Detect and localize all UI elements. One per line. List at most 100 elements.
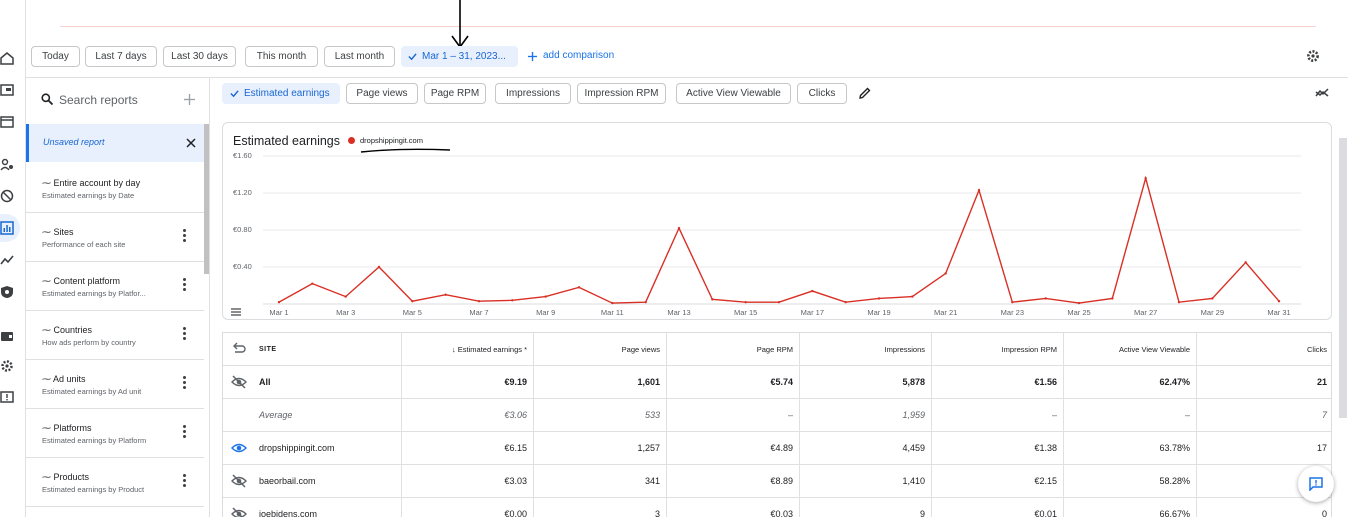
table-row[interactable]: Average €3.06 533–1,959– –7	[223, 399, 1331, 432]
table-row[interactable]: baeorbail.com €3.03 341 €8.89 1,410 €2.15 58.2…	[223, 465, 1331, 498]
data-point[interactable]	[1244, 261, 1247, 264]
data-point[interactable]	[1111, 297, 1114, 300]
date-chip-last-month[interactable]: Last month	[324, 46, 395, 67]
metric-chip-impressions[interactable]: Impressions	[495, 83, 571, 104]
data-point[interactable]	[611, 301, 614, 305]
date-chip-this-month[interactable]: This month	[245, 46, 318, 67]
close-icon[interactable]	[186, 138, 196, 148]
metric-chip-impression-rpm[interactable]: Impression RPM	[577, 83, 666, 104]
more-vert-icon[interactable]	[183, 425, 186, 439]
data-point[interactable]	[844, 300, 847, 304]
reports-nav-active[interactable]	[0, 214, 20, 242]
table-row[interactable]: joebidens.com €0.00 3 €0.03 9 €0.01 66.67% 0	[223, 498, 1331, 517]
more-vert-icon[interactable]	[183, 229, 186, 243]
data-point[interactable]	[1211, 297, 1214, 300]
more-vert-icon[interactable]	[183, 278, 186, 292]
plus-icon[interactable]	[528, 52, 537, 61]
data-point[interactable]	[544, 295, 547, 298]
data-point[interactable]	[1177, 300, 1181, 304]
report-content-platform[interactable]: ⁓ Content platform Estimated earnings by…	[26, 262, 204, 311]
date-chip-today[interactable]: Today	[31, 46, 80, 67]
visibility-off-icon[interactable]	[231, 474, 247, 488]
more-vert-icon[interactable]	[183, 376, 186, 390]
sites-icon[interactable]	[0, 115, 14, 129]
menu-icon[interactable]	[231, 308, 241, 316]
data-point[interactable]	[777, 300, 781, 304]
data-point[interactable]	[1011, 300, 1014, 304]
date-chip-last-7-days[interactable]: Last 7 days	[85, 46, 157, 67]
column-header[interactable]: Impressions	[799, 333, 931, 366]
data-point[interactable]	[944, 272, 947, 275]
metric-chip-page-views[interactable]: Page views	[346, 83, 418, 104]
trend-toggle-icon[interactable]	[1315, 88, 1329, 98]
policy-icon[interactable]	[0, 285, 14, 299]
table-row[interactable]: All €9.19 1,601 €5.74 5,878 €1.56 62.47% 21	[223, 366, 1331, 399]
feedback-button[interactable]	[1298, 466, 1334, 502]
report-products[interactable]: ⁓ Products Estimated earnings by Product	[26, 458, 204, 507]
column-header[interactable]: Impression RPM	[931, 333, 1063, 366]
data-point[interactable]	[444, 293, 447, 296]
metric-chip-page-rpm[interactable]: Page RPM	[424, 83, 486, 104]
series-line-dropshippingit[interactable]	[278, 175, 1280, 304]
trend-icon[interactable]	[0, 253, 14, 267]
visibility-icon[interactable]	[231, 441, 247, 455]
data-point[interactable]	[1077, 301, 1081, 305]
people-icon[interactable]	[0, 158, 14, 172]
gear-icon[interactable]	[1306, 49, 1320, 63]
date-chip-last-30-days[interactable]: Last 30 days	[163, 46, 236, 67]
more-vert-icon[interactable]	[183, 474, 186, 488]
column-header[interactable]: Active View Viewable	[1063, 333, 1196, 366]
report-sites[interactable]: ⁓ Sites Performance of each site	[26, 213, 204, 262]
sidebar-scrollbar[interactable]	[204, 124, 209, 274]
page-scrollbar[interactable]	[1339, 138, 1347, 418]
data-point[interactable]	[344, 295, 347, 298]
column-header[interactable]: Page views	[533, 333, 666, 366]
data-point[interactable]	[1044, 297, 1047, 300]
data-point[interactable]	[911, 295, 914, 298]
data-point[interactable]	[311, 282, 314, 285]
settings-icon[interactable]	[0, 359, 14, 373]
block-icon[interactable]	[0, 189, 14, 203]
column-header[interactable]: Page RPM	[666, 333, 799, 366]
data-point[interactable]	[644, 300, 647, 304]
search-reports[interactable]: Search reports	[26, 78, 210, 122]
visibility-off-icon[interactable]	[231, 507, 247, 517]
report-platforms[interactable]: ⁓ Platforms Estimated earnings by Platfo…	[26, 409, 204, 458]
payments-icon[interactable]	[0, 329, 14, 343]
data-point[interactable]	[977, 189, 981, 192]
undo-icon[interactable]	[231, 342, 247, 356]
date-chip-custom-range[interactable]: Mar 1 – 31, 2023...	[401, 46, 518, 67]
metric-chip-estimated-earnings[interactable]: Estimated earnings	[222, 83, 340, 104]
data-point[interactable]	[1277, 300, 1281, 303]
data-point[interactable]	[477, 300, 481, 303]
table-row[interactable]: dropshippingit.com €6.15 1,257 €4.89 4,459 €1…	[223, 432, 1331, 465]
more-vert-icon[interactable]	[183, 327, 186, 341]
report-ad-units[interactable]: ⁓ Ad units Estimated earnings by Ad unit	[26, 360, 204, 409]
data-point[interactable]	[744, 300, 747, 304]
metric-chip-active-view-viewable[interactable]: Active View Viewable	[676, 83, 791, 104]
column-header[interactable]: ↓ Estimated earnings *	[401, 333, 533, 366]
data-point[interactable]	[677, 226, 681, 230]
data-point[interactable]	[577, 286, 581, 289]
data-point[interactable]	[411, 300, 414, 303]
data-point[interactable]	[1144, 177, 1147, 180]
data-point[interactable]	[877, 297, 881, 300]
data-point[interactable]	[377, 265, 381, 269]
column-header-site[interactable]: SITE	[223, 333, 401, 366]
data-point[interactable]	[711, 298, 714, 301]
data-point[interactable]	[811, 289, 814, 293]
visibility-off-icon[interactable]	[231, 375, 247, 389]
data-point[interactable]	[277, 300, 281, 304]
add-report-icon[interactable]	[184, 94, 195, 105]
home-icon[interactable]	[0, 51, 14, 65]
feedback-icon[interactable]	[0, 390, 14, 404]
unsaved-report-item[interactable]: Unsaved report	[26, 124, 204, 162]
add-comparison-link[interactable]: add comparison	[543, 50, 614, 61]
edit-icon[interactable]	[859, 87, 871, 99]
ad-units-icon[interactable]	[0, 83, 14, 97]
metric-chip-clicks[interactable]: Clicks	[797, 83, 847, 104]
column-header[interactable]: Clicks	[1196, 333, 1331, 366]
report-countries[interactable]: ⁓ Countries How ads perform by country	[26, 311, 204, 360]
data-point[interactable]	[511, 299, 514, 302]
report-entire-account-by-day[interactable]: ⁓ Entire account by day Estimated earnin…	[26, 164, 204, 213]
